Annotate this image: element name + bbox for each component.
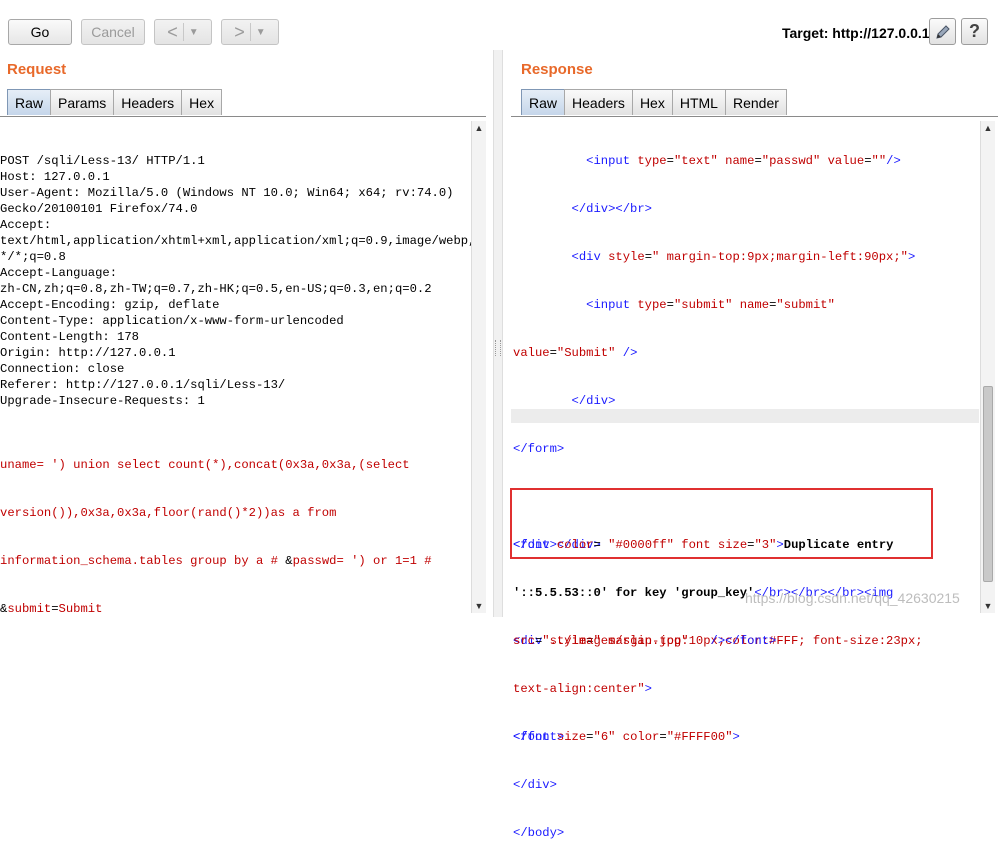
- back-button[interactable]: < ▼: [154, 19, 212, 45]
- pane-splitter[interactable]: [493, 50, 503, 617]
- response-line-1: <input type="text" name="passwd" value="…: [586, 154, 901, 168]
- response-tabs: Raw Headers Hex HTML Render: [521, 89, 787, 116]
- pencil-icon: [935, 24, 950, 39]
- param-passwd: passwd: [292, 554, 337, 568]
- request-tab-hex[interactable]: Hex: [181, 89, 223, 115]
- request-line: Accept-Encoding: gzip, deflate: [0, 298, 220, 312]
- param-uname-value-3: information_schema.tables group by a #: [0, 554, 286, 568]
- response-line-3: <div style=" margin-top:9px;margin-left:…: [571, 250, 916, 264]
- target-label: Target: http://127.0.0.1: [782, 25, 930, 41]
- request-tab-baseline: [0, 116, 486, 117]
- param-uname: uname: [0, 458, 37, 472]
- response-line-t2: </div>: [513, 778, 557, 792]
- request-line: zh-CN,zh;q=0.8,zh-TW;q=0.7,zh-HK;q=0.5,e…: [0, 282, 432, 296]
- request-scrollbar[interactable]: ▲ ▼: [471, 121, 486, 613]
- response-line-t3: </body>: [513, 826, 565, 840]
- watermark: https://blog.csdn.net/qq_42630215: [745, 590, 960, 606]
- request-title: Request: [7, 61, 67, 78]
- param-submit: submit: [7, 602, 52, 616]
- param-submit-value: Submit: [58, 602, 103, 616]
- response-line-2: </div></br>: [571, 202, 652, 216]
- forward-arrow-icon: >: [234, 21, 245, 42]
- request-line: Origin: http://127.0.0.1: [0, 346, 176, 360]
- error-highlight-box: [510, 488, 933, 559]
- scroll-up-icon[interactable]: ▲: [472, 121, 486, 135]
- request-line: Accept-Language:: [0, 266, 118, 280]
- response-tab-hex[interactable]: Hex: [631, 89, 673, 115]
- go-button[interactable]: Go: [8, 19, 72, 45]
- current-line-highlight: [511, 409, 979, 423]
- request-line: Accept:: [0, 218, 52, 232]
- param-uname-value-1: = ') union select count(*),concat(0x3a,0…: [36, 458, 410, 472]
- request-line: Referer: http://127.0.0.1/sqli/Less-13/: [0, 378, 286, 392]
- scroll-up-icon[interactable]: ▲: [981, 121, 995, 135]
- forward-dropdown-icon[interactable]: ▼: [256, 27, 266, 38]
- request-tab-params[interactable]: Params: [50, 89, 115, 115]
- request-body-line-4: &submit=Submit: [0, 601, 470, 617]
- request-line: User-Agent: Mozilla/5.0 (Windows NT 10.0…: [0, 186, 454, 200]
- request-line: Content-Type: application/x-www-form-url…: [0, 314, 344, 328]
- response-line-4: <input type="submit" name="submit": [586, 298, 835, 312]
- request-body-line-2: version()),0x3a,0x3a,floor(rand()*2))as …: [0, 506, 337, 520]
- request-body-line-3: information_schema.tables group by a # &…: [0, 553, 470, 569]
- back-button-divider: [182, 23, 184, 41]
- request-line: */*;q=0.8: [0, 250, 66, 264]
- scroll-down-icon[interactable]: ▼: [472, 599, 486, 613]
- request-line: Host: 127.0.0.1: [0, 170, 110, 184]
- request-tabs: Raw Params Headers Hex: [7, 89, 223, 116]
- cancel-button-label: Cancel: [91, 24, 135, 40]
- response-scroll-thumb[interactable]: [983, 386, 993, 582]
- response-line-5: value="Submit" />: [513, 346, 638, 360]
- request-editor[interactable]: POST /sqli/Less-13/ HTTP/1.1 Host: 127.0.…: [0, 121, 476, 616]
- request-header-lines: POST /sqli/Less-13/ HTTP/1.1 Host: 127.0.…: [0, 153, 476, 425]
- response-tab-html[interactable]: HTML: [671, 89, 726, 115]
- help-button[interactable]: ?: [961, 18, 988, 45]
- help-icon: ?: [969, 21, 980, 41]
- cancel-button[interactable]: Cancel: [81, 19, 145, 45]
- edit-target-button[interactable]: [929, 18, 956, 45]
- request-line: Upgrade-Insecure-Requests: 1: [0, 394, 205, 408]
- response-tab-headers[interactable]: Headers: [564, 89, 633, 115]
- request-body-line-1: uname= ') union select count(*),concat(0…: [0, 457, 470, 473]
- response-tab-baseline: [511, 116, 998, 117]
- request-line: text/html,application/xhtml+xml,applicat…: [0, 234, 476, 248]
- response-tab-render[interactable]: Render: [724, 89, 787, 115]
- response-line-h3: src="../images/slap.jpg" /></font>: [513, 634, 777, 648]
- param-submit-eq: =: [51, 602, 59, 616]
- request-line: Content-Length: 178: [0, 330, 139, 344]
- forward-button-divider: [249, 23, 251, 41]
- scroll-down-icon[interactable]: ▼: [981, 599, 995, 613]
- response-line-blank-3: [513, 681, 978, 697]
- splitter-grip: [495, 340, 501, 356]
- request-line: POST /sqli/Less-13/ HTTP/1.1: [0, 154, 205, 168]
- request-tab-headers[interactable]: Headers: [113, 89, 183, 115]
- response-title: Response: [521, 61, 593, 78]
- response-line-6: </div>: [571, 394, 616, 408]
- back-arrow-icon: <: [167, 21, 178, 42]
- response-line-t1: </font>: [513, 730, 565, 744]
- response-line-7: </form>: [513, 442, 565, 456]
- request-tab-raw[interactable]: Raw: [7, 89, 52, 115]
- request-line: Connection: close: [0, 362, 125, 376]
- request-line: [0, 409, 470, 425]
- param-passwd-value: = ') or 1=1 #: [336, 554, 432, 568]
- go-button-label: Go: [30, 24, 50, 40]
- forward-button[interactable]: > ▼: [221, 19, 279, 45]
- request-line: Gecko/20100101 Firefox/74.0: [0, 202, 198, 216]
- back-dropdown-icon[interactable]: ▼: [189, 27, 199, 38]
- response-scrollbar[interactable]: ▲ ▼: [980, 121, 995, 613]
- amp-1: &: [285, 554, 293, 568]
- response-tab-raw[interactable]: Raw: [521, 89, 566, 115]
